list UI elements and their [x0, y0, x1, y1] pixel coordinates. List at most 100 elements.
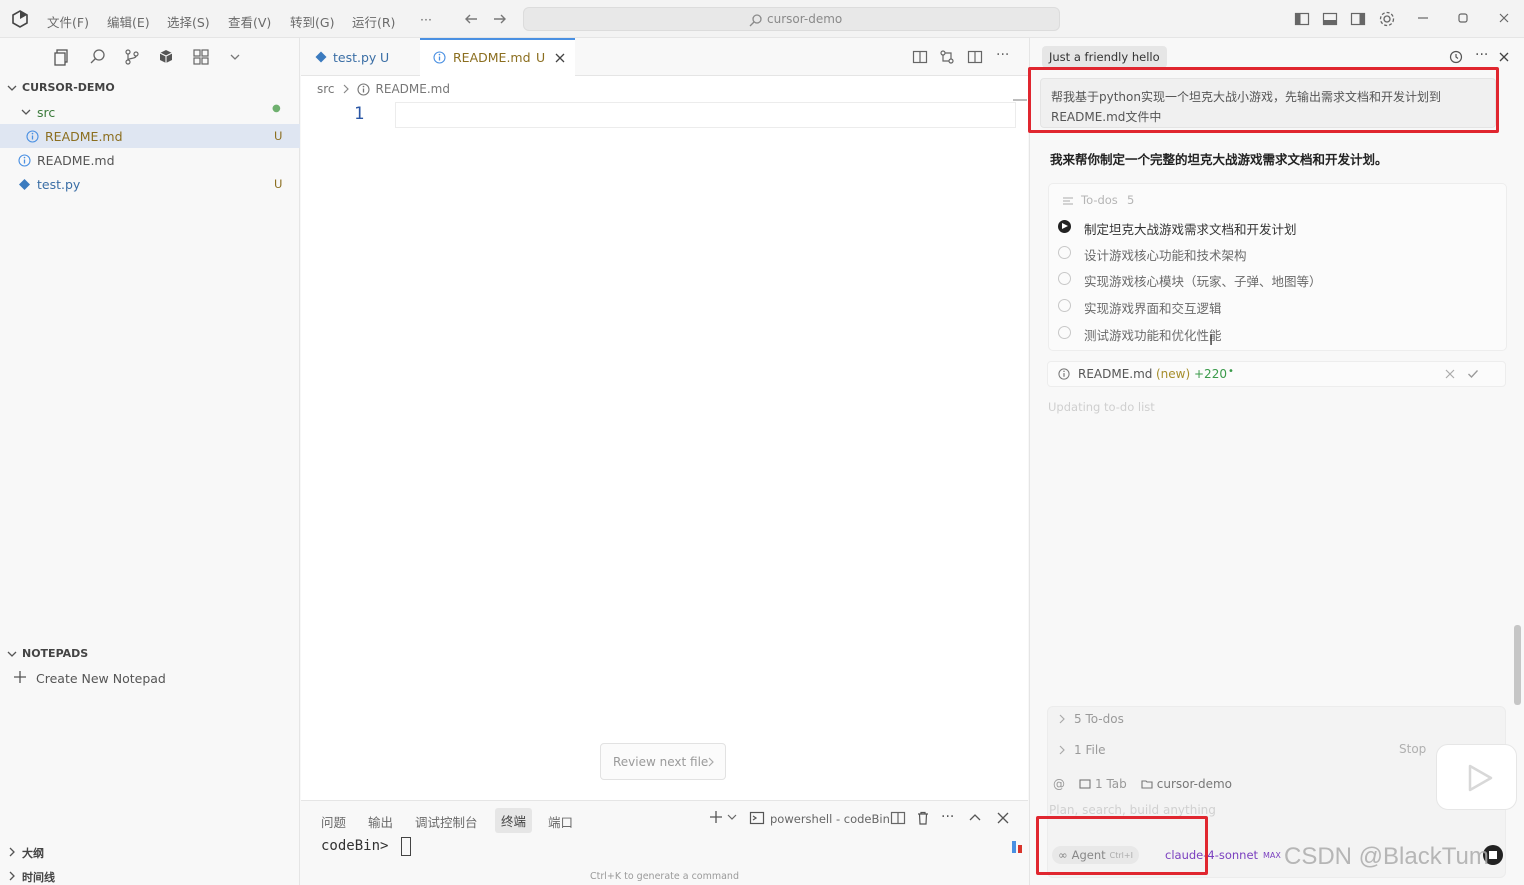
- untracked-badge: U: [274, 177, 283, 191]
- menu-selection[interactable]: 选择(S): [167, 12, 210, 31]
- arrow-right-icon[interactable]: [492, 11, 508, 27]
- python-file-icon: [18, 178, 31, 191]
- trash-icon[interactable]: [915, 810, 931, 826]
- editor-area[interactable]: [301, 38, 1028, 800]
- arrow-left-icon[interactable]: [463, 11, 479, 27]
- untracked-badge: U: [274, 129, 283, 143]
- menu-file[interactable]: 文件(F): [47, 12, 89, 31]
- timeline-section-header[interactable]: 时间线: [0, 864, 300, 885]
- chat-scrollbar-thumb[interactable]: [1514, 625, 1521, 705]
- info-icon: [1058, 368, 1070, 380]
- chevron-down-icon[interactable]: [727, 812, 737, 822]
- command-search[interactable]: cursor-demo: [523, 7, 1060, 31]
- terminal-name[interactable]: powershell - codeBin: [770, 812, 890, 826]
- status-indicator-blue: [1012, 841, 1016, 853]
- close-chat-icon[interactable]: [1498, 51, 1510, 63]
- tree-folder-src[interactable]: src ●: [0, 100, 300, 124]
- create-notepad-button[interactable]: Create New Notepad: [0, 666, 300, 690]
- chevron-right-icon: [1058, 714, 1066, 724]
- gear-icon[interactable]: [1378, 10, 1396, 28]
- panel-tab-terminal[interactable]: 终端: [495, 808, 533, 833]
- todo-item[interactable]: 测试游戏功能和优化性能: [1058, 324, 1478, 344]
- panel-tab-output[interactable]: 输出: [368, 812, 393, 831]
- restore-icon[interactable]: [1456, 11, 1470, 25]
- more-actions-icon[interactable]: ···: [941, 809, 954, 825]
- tree-label: src: [37, 105, 56, 120]
- summary-todos-row[interactable]: 5 To-dos: [1058, 711, 1124, 727]
- play-icon: [1062, 223, 1068, 229]
- tab-test-py[interactable]: test.py U: [301, 38, 419, 76]
- chat-tab-title[interactable]: Just a friendly hello: [1042, 46, 1167, 68]
- play-icon: [1464, 763, 1494, 793]
- summary-files-row[interactable]: 1 File: [1058, 742, 1106, 758]
- video-player-overlay[interactable]: [1436, 744, 1517, 810]
- max-badge: MAX: [1263, 851, 1281, 860]
- terminal-cursor[interactable]: [401, 837, 411, 856]
- context-folder[interactable]: cursor-demo: [1157, 777, 1232, 791]
- terminal-icon: [749, 810, 765, 826]
- toggle-sidebar-icon[interactable]: [1294, 11, 1310, 27]
- close-tab-icon[interactable]: [554, 52, 566, 64]
- todo-label: 制定坦克大战游戏需求文档和开发计划: [1084, 222, 1297, 237]
- split-terminal-icon[interactable]: [890, 810, 906, 826]
- toggle-panel-icon[interactable]: [1322, 11, 1338, 27]
- source-control-icon[interactable]: [123, 48, 141, 66]
- plus-icon[interactable]: [709, 810, 723, 824]
- file-change-row[interactable]: README.md (new) +220 •: [1047, 361, 1506, 387]
- highlight-box-user-message: [1028, 67, 1499, 133]
- files-icon[interactable]: [53, 48, 71, 66]
- pending-circle-icon: [1058, 299, 1071, 312]
- tree-file-readme-src[interactable]: README.md U: [0, 124, 300, 148]
- compare-changes-icon[interactable]: [939, 49, 955, 65]
- extensions-icon[interactable]: [192, 48, 210, 66]
- stop-button[interactable]: Stop: [1399, 742, 1426, 756]
- open-preview-icon[interactable]: [912, 49, 928, 65]
- accept-check-icon[interactable]: [1467, 368, 1479, 380]
- close-window-icon[interactable]: [1497, 11, 1511, 25]
- outline-section-header[interactable]: 大纲: [0, 840, 300, 864]
- added-dot-icon: •: [1228, 366, 1234, 377]
- chevron-right-icon: [1058, 745, 1066, 755]
- explorer-section-header[interactable]: CURSOR-DEMO: [0, 76, 300, 100]
- tree-file-test-py[interactable]: test.py U: [0, 172, 300, 196]
- todo-item[interactable]: 制定坦克大战游戏需求文档和开发计划: [1058, 218, 1478, 238]
- split-editor-icon[interactable]: [967, 49, 983, 65]
- close-panel-icon[interactable]: [996, 811, 1010, 825]
- breadcrumb-file[interactable]: README.md: [376, 82, 450, 96]
- minimize-icon[interactable]: [1416, 11, 1430, 25]
- notepads-section-header[interactable]: NOTEPADS: [0, 642, 300, 666]
- chat-input-placeholder[interactable]: Plan, search, build anything: [1049, 803, 1216, 817]
- todo-label: 实现游戏核心模块（玩家、子弹、地图等）: [1084, 274, 1322, 289]
- menu-go[interactable]: 转到(G): [290, 12, 334, 31]
- more-actions-icon[interactable]: ···: [1475, 47, 1488, 63]
- menu-run[interactable]: 运行(R): [352, 12, 395, 31]
- title-bar: 文件(F) 编辑(E) 选择(S) 查看(V) 转到(G) 运行(R) ··· …: [0, 0, 1524, 38]
- tab-readme-md[interactable]: README.md U: [420, 38, 575, 76]
- line-number: 1: [354, 104, 365, 124]
- breadcrumb: src README.md: [317, 81, 450, 97]
- reject-icon[interactable]: [1445, 369, 1455, 379]
- more-actions-icon[interactable]: ···: [996, 47, 1009, 63]
- chevron-down-icon[interactable]: [228, 50, 242, 64]
- toggle-secondary-sidebar-icon[interactable]: [1350, 11, 1366, 27]
- todo-item[interactable]: 实现游戏核心模块（玩家、子弹、地图等）: [1058, 270, 1478, 290]
- chevron-up-icon[interactable]: [968, 811, 982, 825]
- mention-icon[interactable]: @: [1053, 777, 1065, 791]
- panel-tab-problems[interactable]: 问题: [321, 812, 346, 831]
- cube-icon[interactable]: [157, 48, 175, 66]
- todo-label: 测试游戏功能和优化性能: [1084, 328, 1222, 343]
- panel-tab-ports[interactable]: 端口: [548, 812, 573, 831]
- menu-edit[interactable]: 编辑(E): [107, 12, 150, 31]
- context-tab[interactable]: 1 Tab: [1095, 777, 1127, 791]
- panel-tab-debug-console[interactable]: 调试控制台: [415, 812, 478, 831]
- menu-view[interactable]: 查看(V): [228, 12, 271, 31]
- review-next-file-button[interactable]: Review next file: [600, 743, 726, 780]
- search-sidebar-icon[interactable]: [89, 48, 107, 66]
- tree-file-readme-root[interactable]: README.md: [0, 148, 300, 172]
- menu-more[interactable]: ···: [420, 12, 432, 27]
- todo-item[interactable]: 设计游戏核心功能和技术架构: [1058, 244, 1478, 264]
- current-line-highlight[interactable]: [395, 102, 1016, 128]
- history-icon[interactable]: [1449, 50, 1463, 64]
- todo-item[interactable]: 实现游戏界面和交互逻辑: [1058, 297, 1478, 317]
- breadcrumb-folder[interactable]: src: [317, 82, 335, 96]
